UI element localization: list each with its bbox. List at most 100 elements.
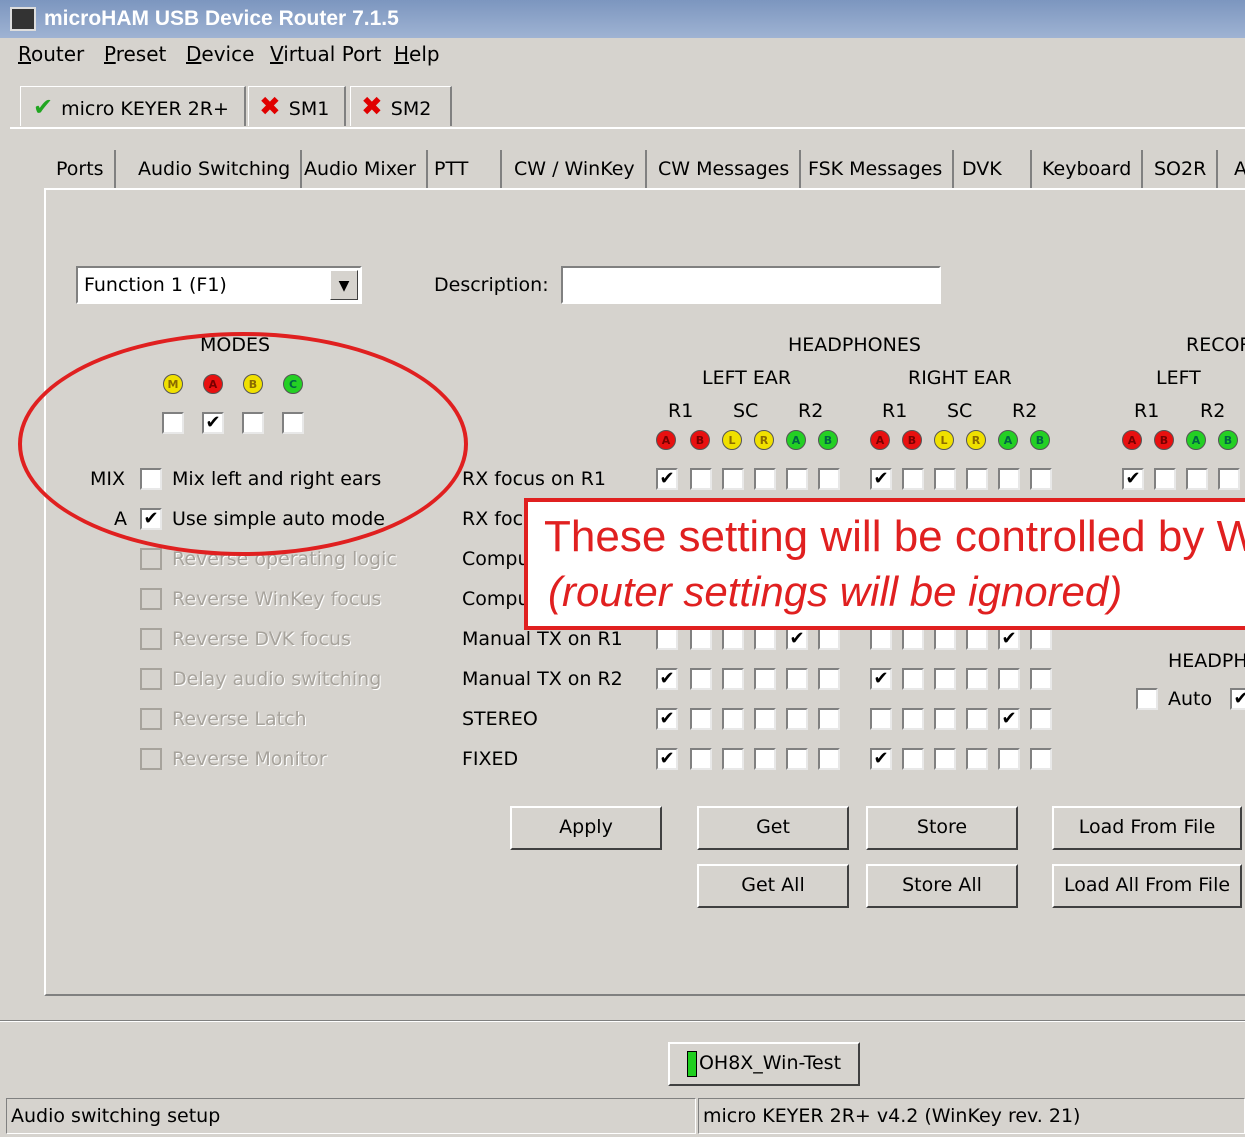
menu-help[interactable]: Help: [394, 42, 440, 66]
left-ear-checkbox[interactable]: [754, 628, 776, 650]
left-ear-checkbox[interactable]: [818, 468, 840, 490]
description-label: Description:: [434, 274, 549, 296]
store-button[interactable]: Store: [866, 806, 1018, 850]
auto-checkbox[interactable]: [1136, 688, 1158, 710]
recording-checkbox[interactable]: ✔: [1122, 468, 1144, 490]
tab-ptt[interactable]: PTT: [424, 150, 502, 188]
chevron-down-icon[interactable]: ▼: [330, 270, 358, 300]
right-ear-checkbox[interactable]: [934, 468, 956, 490]
left-ear-checkbox[interactable]: [818, 708, 840, 730]
menu-router[interactable]: Router: [18, 42, 84, 66]
left-ear-checkbox[interactable]: [754, 748, 776, 770]
right-ear-checkbox[interactable]: [998, 748, 1020, 770]
left-ear-checkbox[interactable]: ✔: [786, 628, 808, 650]
left-ear-checkbox[interactable]: [690, 748, 712, 770]
wintest-button[interactable]: OH8X_Win-Test: [668, 1042, 860, 1086]
tab-fsk-messages[interactable]: FSK Messages: [798, 150, 955, 188]
right-ear-checkbox[interactable]: ✔: [870, 748, 892, 770]
left-ear-checkbox[interactable]: [690, 628, 712, 650]
left-ear-checkbox[interactable]: [786, 748, 808, 770]
right-ear-checkbox[interactable]: [966, 668, 988, 690]
right-ear-checkbox[interactable]: ✔: [998, 628, 1020, 650]
tab-ports[interactable]: Ports: [46, 150, 116, 188]
left-ear-checkbox[interactable]: [690, 668, 712, 690]
recording-checkbox[interactable]: [1154, 468, 1176, 490]
left-ear-checkbox[interactable]: [818, 628, 840, 650]
right-ear-checkbox[interactable]: [902, 748, 924, 770]
right-ear-checkbox[interactable]: [966, 708, 988, 730]
headph-option-checkbox[interactable]: ✔: [1230, 688, 1245, 710]
left-ear-checkbox[interactable]: [722, 708, 744, 730]
left-ear-checkbox[interactable]: [786, 468, 808, 490]
load-from-file-button[interactable]: Load From File: [1052, 806, 1242, 850]
apply-button[interactable]: Apply: [510, 806, 662, 850]
menu-virtual-port[interactable]: Virtual Port: [270, 42, 381, 66]
menu-device[interactable]: Device: [186, 42, 254, 66]
left-ear-checkbox[interactable]: [754, 668, 776, 690]
left-ear-checkbox[interactable]: [818, 748, 840, 770]
right-ear-checkbox[interactable]: [1030, 708, 1052, 730]
right-ear-checkbox[interactable]: [934, 748, 956, 770]
left-ear-checkbox[interactable]: [754, 468, 776, 490]
tab-so2r[interactable]: SO2R: [1144, 150, 1219, 188]
recording-checkbox[interactable]: [1186, 468, 1208, 490]
right-ear-checkbox[interactable]: [934, 668, 956, 690]
store-all-button[interactable]: Store All: [866, 864, 1018, 908]
tab-cw-messages[interactable]: CW Messages: [648, 150, 802, 188]
recording-checkbox[interactable]: [1218, 468, 1240, 490]
left-ear-checkbox[interactable]: [818, 668, 840, 690]
right-ear-checkbox[interactable]: ✔: [870, 668, 892, 690]
left-ear-checkbox[interactable]: [722, 748, 744, 770]
tab-dvk[interactable]: DVK: [952, 150, 1032, 188]
right-ear-checkbox[interactable]: [966, 468, 988, 490]
channel-a-icon: A: [870, 430, 890, 450]
left-ear-checkbox[interactable]: ✔: [656, 748, 678, 770]
get-button[interactable]: Get: [697, 806, 849, 850]
right-ear-checkbox[interactable]: ✔: [998, 708, 1020, 730]
right-ear-checkbox[interactable]: [870, 708, 892, 730]
device-tab-micro-keyer[interactable]: ✔ micro KEYER 2R+: [20, 86, 246, 126]
right-ear-checkbox[interactable]: [1030, 748, 1052, 770]
device-tab-sm1[interactable]: ✖ SM1: [248, 86, 346, 126]
load-all-from-file-button[interactable]: Load All From File: [1052, 864, 1242, 908]
device-tab-sm2[interactable]: ✖ SM2: [350, 86, 452, 126]
description-input[interactable]: [561, 266, 941, 304]
get-all-button[interactable]: Get All: [697, 864, 849, 908]
right-ear-checkbox[interactable]: [1030, 628, 1052, 650]
right-ear-checkbox[interactable]: [902, 668, 924, 690]
tab-keyboard[interactable]: Keyboard: [1032, 150, 1144, 188]
function-select[interactable]: Function 1 (F1) ▼: [76, 266, 362, 304]
tab-cw-winkey[interactable]: CW / WinKey: [504, 150, 647, 188]
tab-a[interactable]: A: [1224, 150, 1245, 188]
tab-audio-mixer[interactable]: Audio Mixer: [294, 150, 428, 188]
left-ear-checkbox[interactable]: ✔: [656, 668, 678, 690]
right-ear-checkbox[interactable]: [870, 628, 892, 650]
left-ear-checkbox[interactable]: [690, 468, 712, 490]
left-ear-checkbox[interactable]: [722, 668, 744, 690]
right-ear-checkbox[interactable]: [966, 628, 988, 650]
left-ear-checkbox[interactable]: ✔: [656, 708, 678, 730]
right-ear-checkbox[interactable]: ✔: [870, 468, 892, 490]
menu-preset[interactable]: Preset: [104, 42, 166, 66]
option-checkbox: [140, 708, 162, 730]
left-ear-checkbox[interactable]: ✔: [656, 468, 678, 490]
column-group-label: R2: [1012, 400, 1038, 422]
left-ear-checkbox[interactable]: [786, 668, 808, 690]
left-ear-checkbox[interactable]: [656, 628, 678, 650]
right-ear-checkbox[interactable]: [934, 708, 956, 730]
right-ear-checkbox[interactable]: [902, 628, 924, 650]
right-ear-checkbox[interactable]: [902, 468, 924, 490]
left-ear-checkbox[interactable]: [786, 708, 808, 730]
right-ear-checkbox[interactable]: [998, 468, 1020, 490]
left-ear-checkbox[interactable]: [754, 708, 776, 730]
right-ear-checkbox[interactable]: [902, 708, 924, 730]
left-ear-checkbox[interactable]: [690, 708, 712, 730]
right-ear-checkbox[interactable]: [966, 748, 988, 770]
right-ear-checkbox[interactable]: [934, 628, 956, 650]
right-ear-checkbox[interactable]: [1030, 668, 1052, 690]
left-ear-checkbox[interactable]: [722, 628, 744, 650]
right-ear-checkbox[interactable]: [998, 668, 1020, 690]
right-ear-checkbox[interactable]: [1030, 468, 1052, 490]
left-ear-checkbox[interactable]: [722, 468, 744, 490]
tab-audio-switching[interactable]: Audio Switching: [128, 150, 303, 188]
